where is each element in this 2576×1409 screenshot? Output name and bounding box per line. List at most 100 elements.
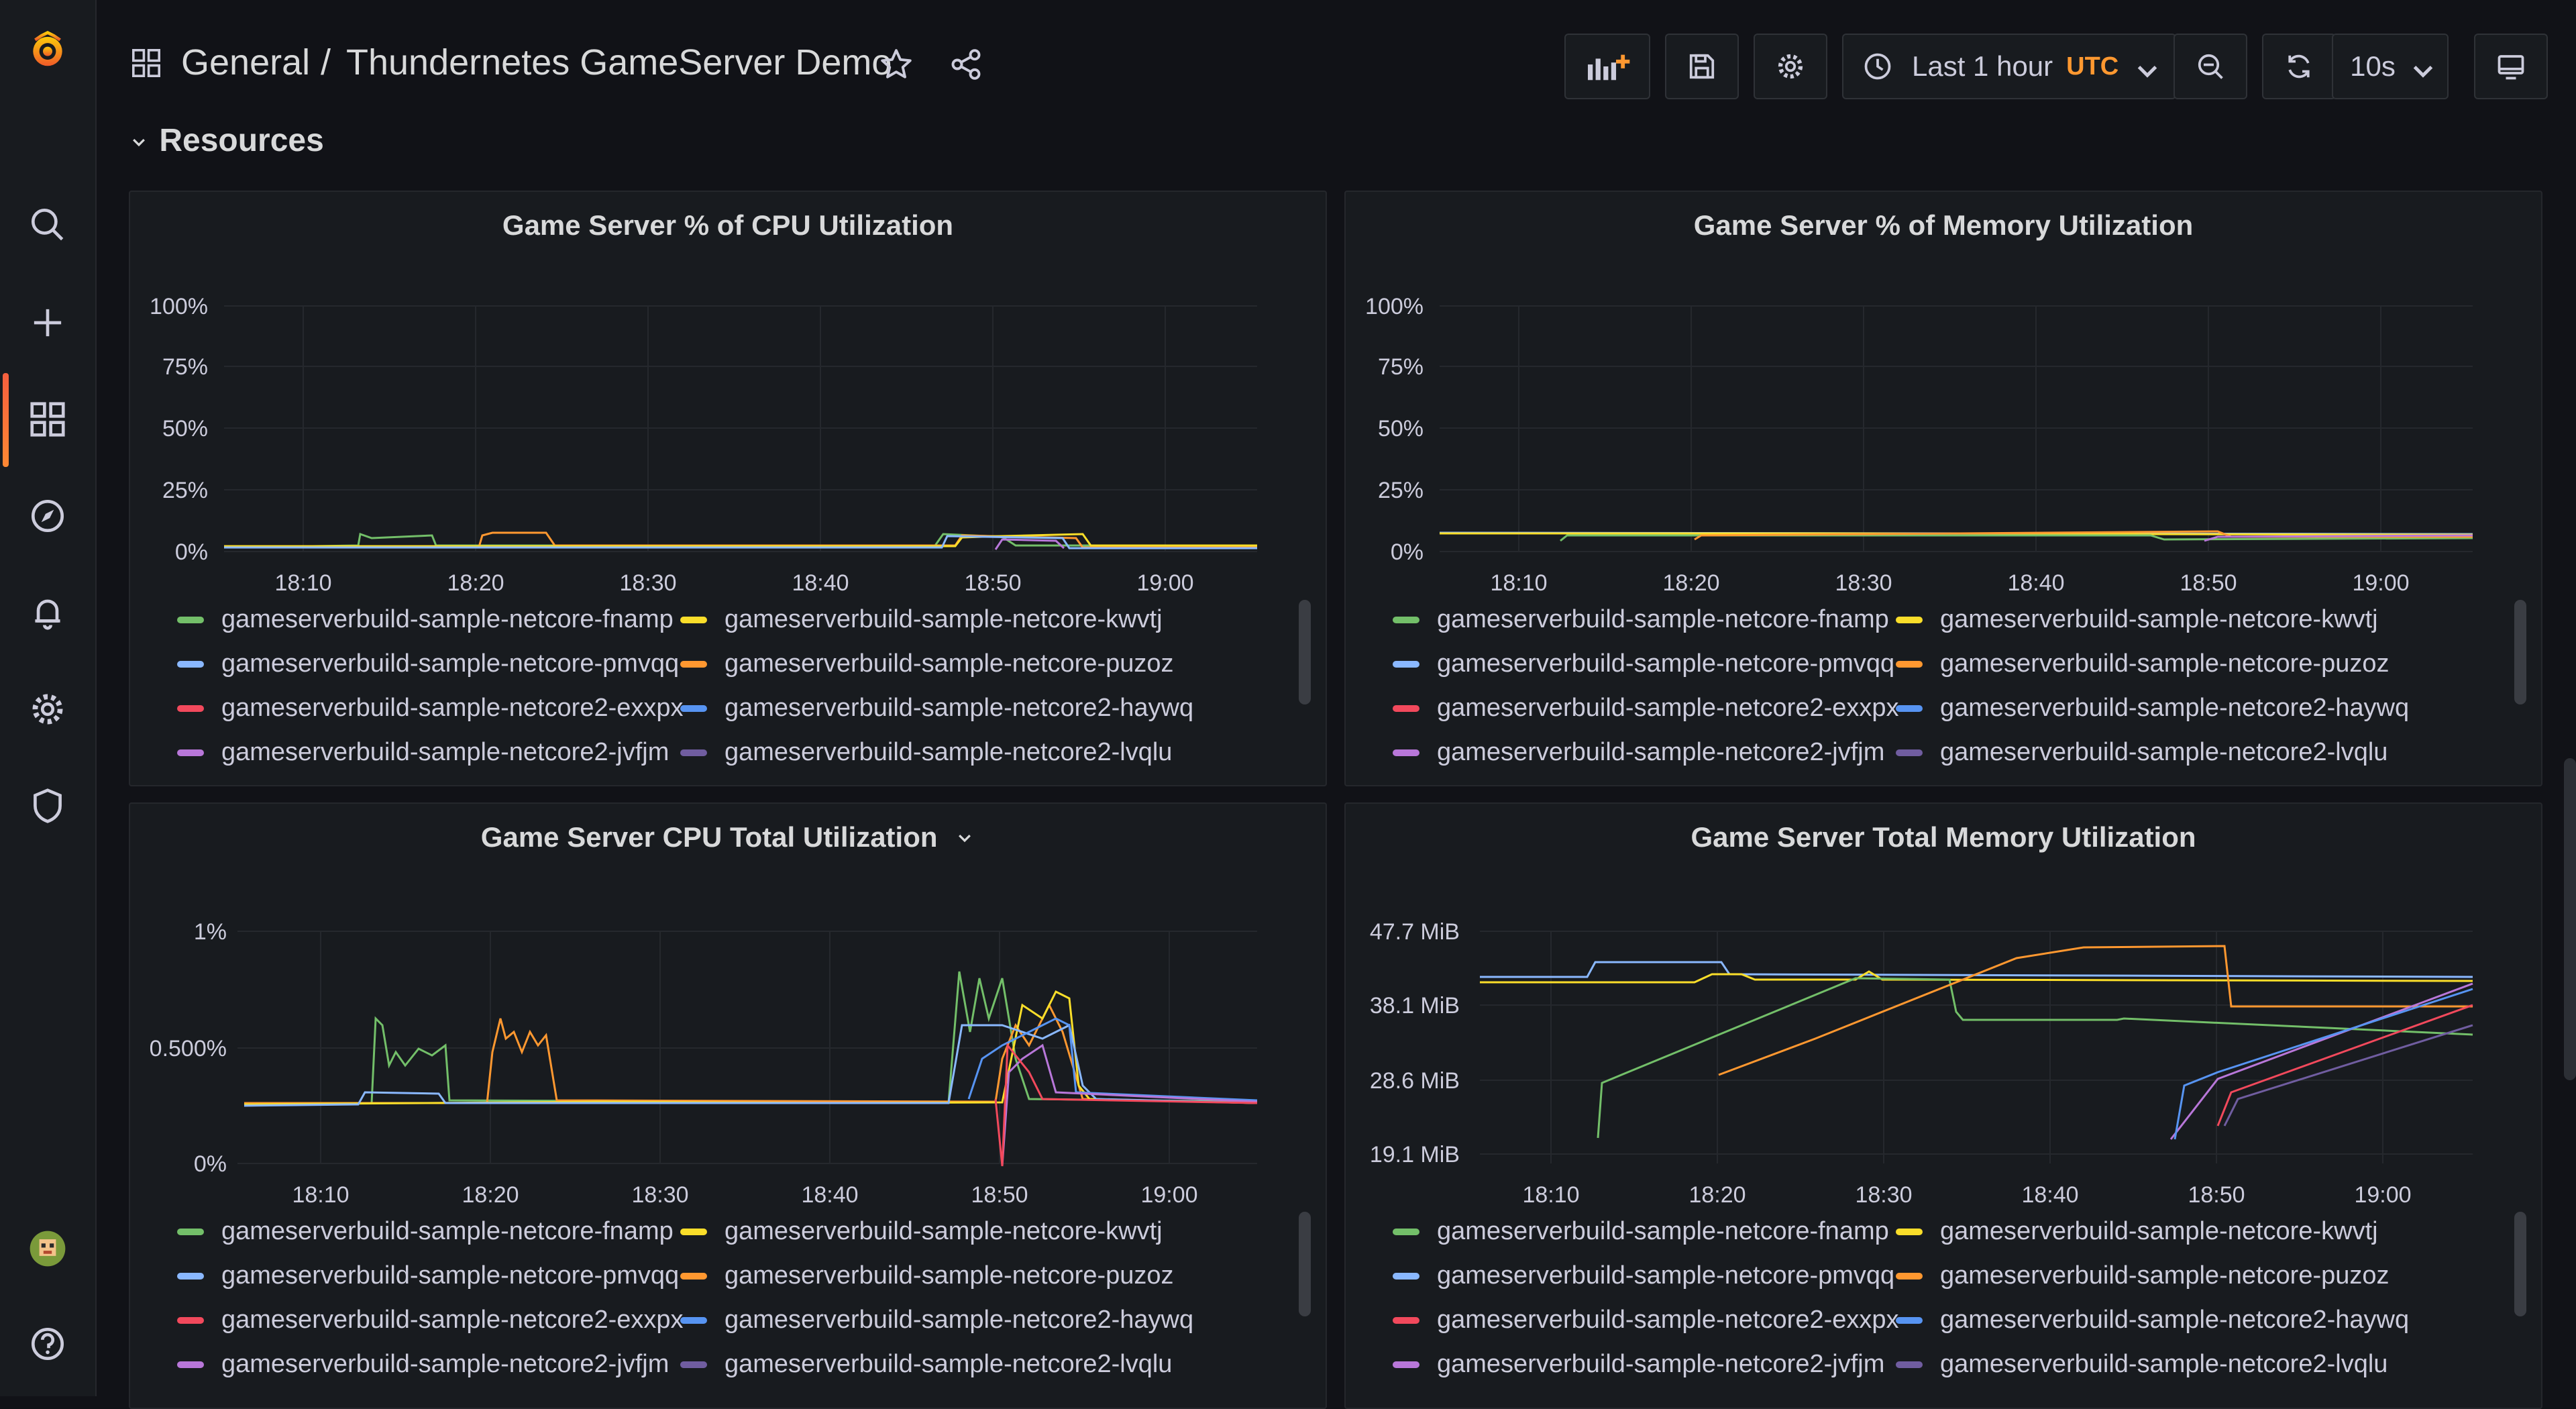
compass-icon[interactable] xyxy=(23,491,72,541)
legend-item[interactable]: gameserverbuild-sample-netcore2-haywq xyxy=(680,1306,1193,1335)
legend-item[interactable]: gameserverbuild-sample-netcore2-jvfjm xyxy=(1393,738,1884,767)
refresh-button[interactable] xyxy=(2262,34,2336,99)
time-range-label: Last 1 hour xyxy=(1912,50,2053,82)
page-scrollbar[interactable] xyxy=(2564,758,2576,1080)
legend-scrollbar[interactable] xyxy=(1299,1212,1311,1316)
legend-item[interactable]: gameserverbuild-sample-netcore-fnamp xyxy=(1393,605,1889,634)
legend-item[interactable]: gameserverbuild-sample-netcore2-jvfjm xyxy=(177,738,669,767)
legend-item[interactable]: gameserverbuild-sample-netcore-fnamp xyxy=(1393,1217,1889,1246)
clock-icon xyxy=(1861,50,1894,83)
grafana-logo-icon[interactable] xyxy=(23,25,72,75)
legend-item[interactable]: gameserverbuild-sample-netcore-kwvtj xyxy=(1896,1217,2378,1246)
x-tick-label: 18:30 xyxy=(631,1182,688,1208)
y-tick-label: 47.7 MiB xyxy=(1370,919,1460,945)
y-tick-label: 50% xyxy=(162,416,208,441)
legend-item[interactable]: gameserverbuild-sample-netcore-fnamp xyxy=(177,605,674,634)
legend-swatch xyxy=(1896,1316,1923,1324)
legend-item[interactable]: gameserverbuild-sample-netcore-pmvqq xyxy=(177,649,679,678)
legend-item[interactable]: gameserverbuild-sample-netcore2-exxpx xyxy=(1393,1306,1899,1335)
zoom-out-button[interactable] xyxy=(2174,34,2247,99)
x-tick-label: 18:10 xyxy=(292,1182,349,1208)
legend-swatch xyxy=(1393,660,1419,668)
legend-item[interactable]: gameserverbuild-sample-netcore2-lvqlu xyxy=(680,738,1172,767)
legend-label: gameserverbuild-sample-netcore-pmvqq xyxy=(1437,1261,1895,1290)
x-tick-label: 18:50 xyxy=(2180,570,2237,596)
legend-swatch xyxy=(680,1361,707,1368)
share-icon[interactable] xyxy=(949,47,983,85)
legend-item[interactable]: gameserverbuild-sample-netcore2-haywq xyxy=(680,694,1193,723)
refresh-interval-picker[interactable]: 10s xyxy=(2332,34,2449,99)
panel-cpu-percent[interactable]: Game Server % of CPU Utilization 100% 75… xyxy=(129,191,1327,786)
legend-item[interactable]: gameserverbuild-sample-netcore2-jvfjm xyxy=(177,1350,669,1379)
legend-swatch xyxy=(1393,1228,1419,1235)
x-tick-label: 18:20 xyxy=(447,570,504,596)
save-dashboard-button[interactable] xyxy=(1665,34,1739,99)
panel-memory-percent[interactable]: Game Server % of Memory Utilization 100%… xyxy=(1344,191,2542,786)
refresh-interval-label: 10s xyxy=(2350,50,2396,82)
x-tick-label: 19:00 xyxy=(2354,1182,2411,1208)
time-picker-button[interactable]: Last 1 hour UTC xyxy=(1842,34,2176,99)
star-icon[interactable] xyxy=(879,47,914,85)
bell-icon[interactable] xyxy=(23,588,72,637)
legend-scrollbar[interactable] xyxy=(2514,600,2526,704)
y-tick-label: 100% xyxy=(150,294,208,319)
legend-swatch xyxy=(1896,1361,1923,1368)
legend-item[interactable]: gameserverbuild-sample-netcore2-haywq xyxy=(1896,1306,2409,1335)
legend-label: gameserverbuild-sample-netcore2-jvfjm xyxy=(1437,738,1885,766)
legend-item[interactable]: gameserverbuild-sample-netcore-kwvtj xyxy=(680,1217,1163,1246)
y-tick-label: 0.500% xyxy=(150,1036,227,1061)
add-panel-button[interactable] xyxy=(1564,34,1650,99)
legend-item[interactable]: gameserverbuild-sample-netcore-puzoz xyxy=(680,1261,1174,1290)
legend-swatch xyxy=(680,616,707,623)
legend-item[interactable]: gameserverbuild-sample-netcore-kwvtj xyxy=(1896,605,2378,634)
legend-label: gameserverbuild-sample-netcore2-exxpx xyxy=(221,694,684,722)
legend-label: gameserverbuild-sample-netcore-kwvtj xyxy=(724,605,1163,633)
panel-memory-total[interactable]: Game Server Total Memory Utilization 47.… xyxy=(1344,802,2542,1409)
legend-item[interactable]: gameserverbuild-sample-netcore2-exxpx xyxy=(1393,694,1899,723)
legend-scrollbar[interactable] xyxy=(2514,1212,2526,1316)
search-icon[interactable] xyxy=(23,200,72,250)
legend-item[interactable]: gameserverbuild-sample-netcore-fnamp xyxy=(177,1217,674,1246)
y-tick-label: 25% xyxy=(1378,478,1424,503)
y-tick-label: 100% xyxy=(1365,294,1424,319)
legend-item[interactable]: gameserverbuild-sample-netcore2-exxpx xyxy=(177,694,684,723)
legend-swatch xyxy=(177,1228,204,1235)
legend-swatch xyxy=(680,1228,707,1235)
legend-label: gameserverbuild-sample-netcore-fnamp xyxy=(1437,1217,1889,1245)
legend-item[interactable]: gameserverbuild-sample-netcore-pmvqq xyxy=(1393,649,1894,678)
legend-item[interactable]: gameserverbuild-sample-netcore2-lvqlu xyxy=(1896,738,2387,767)
series-line-lvqlu xyxy=(2223,1024,2473,1127)
legend-item[interactable]: gameserverbuild-sample-netcore-kwvtj xyxy=(680,605,1163,634)
dashboards-icon[interactable] xyxy=(23,395,72,444)
tv-mode-button[interactable] xyxy=(2474,34,2548,99)
legend-swatch xyxy=(680,704,707,712)
gear-icon[interactable] xyxy=(23,684,72,734)
breadcrumb-folder[interactable]: General xyxy=(181,42,310,83)
series-line-haywq xyxy=(2174,988,2473,1140)
legend-item[interactable]: gameserverbuild-sample-netcore-puzoz xyxy=(1896,649,2390,678)
page-title[interactable]: Thundernetes GameServer Demo xyxy=(346,42,892,83)
legend-item[interactable]: gameserverbuild-sample-netcore2-jvfjm xyxy=(1393,1350,1884,1379)
legend-label: gameserverbuild-sample-netcore2-exxpx xyxy=(1437,694,1899,722)
legend-item[interactable]: gameserverbuild-sample-netcore2-lvqlu xyxy=(1896,1350,2387,1379)
panel-cpu-total[interactable]: Game Server CPU Total Utilization 1% 0.5… xyxy=(129,802,1327,1409)
plus-icon[interactable] xyxy=(23,298,72,348)
legend-item[interactable]: gameserverbuild-sample-netcore2-haywq xyxy=(1896,694,2409,723)
chevron-down-icon xyxy=(130,122,150,159)
legend-label: gameserverbuild-sample-netcore-fnamp xyxy=(221,1217,674,1245)
dashboard-settings-button[interactable] xyxy=(1754,34,1827,99)
avatar[interactable] xyxy=(23,1224,72,1273)
legend-label: gameserverbuild-sample-netcore-kwvtj xyxy=(724,1217,1163,1245)
shield-icon[interactable] xyxy=(23,781,72,831)
legend-scrollbar[interactable] xyxy=(1299,600,1311,704)
legend-label: gameserverbuild-sample-netcore2-lvqlu xyxy=(1940,738,2388,766)
row-header-resources[interactable]: Resources xyxy=(130,122,324,159)
legend-item[interactable]: gameserverbuild-sample-netcore-pmvqq xyxy=(177,1261,679,1290)
y-tick-label: 1% xyxy=(194,919,227,945)
legend-item[interactable]: gameserverbuild-sample-netcore-puzoz xyxy=(1896,1261,2390,1290)
help-icon[interactable] xyxy=(23,1319,72,1369)
legend-item[interactable]: gameserverbuild-sample-netcore2-exxpx xyxy=(177,1306,684,1335)
legend-item[interactable]: gameserverbuild-sample-netcore-puzoz xyxy=(680,649,1174,678)
legend-item[interactable]: gameserverbuild-sample-netcore2-lvqlu xyxy=(680,1350,1172,1379)
legend-item[interactable]: gameserverbuild-sample-netcore-pmvqq xyxy=(1393,1261,1894,1290)
